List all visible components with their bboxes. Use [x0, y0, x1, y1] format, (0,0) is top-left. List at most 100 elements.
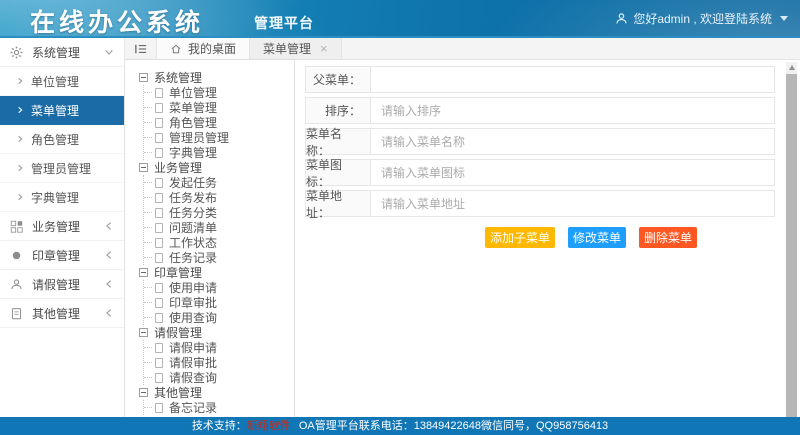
tree-leaf[interactable]: 任务发布	[144, 190, 294, 205]
file-icon	[155, 403, 163, 413]
sidebar-item-dict[interactable]: 字典管理	[0, 183, 124, 212]
tree-leaf[interactable]: 任务分类	[144, 205, 294, 220]
user-greeting: 您好admin , 欢迎登陆系统	[633, 10, 772, 27]
tab-desktop[interactable]: 我的桌面	[157, 38, 250, 59]
collapse-icon[interactable]	[139, 268, 148, 277]
tree-root-other[interactable]: 其他管理	[139, 385, 294, 400]
menu-name-input[interactable]	[371, 129, 774, 154]
file-icon	[155, 238, 163, 248]
sidebar-group-seal[interactable]: 印章管理	[0, 241, 124, 270]
sidebar-item-menu[interactable]: 菜单管理	[0, 96, 124, 125]
sidebar-item-label: 角色管理	[31, 131, 79, 148]
tree-children: 使用申请 印章审批 使用查询	[143, 280, 294, 325]
tree-leaf[interactable]: 字典管理	[144, 145, 294, 160]
tree-leaf[interactable]: 请假申请	[144, 340, 294, 355]
menu-icon-input[interactable]	[371, 160, 774, 185]
sort-input[interactable]	[371, 98, 774, 123]
person-icon	[615, 12, 628, 25]
form-row-menu-name: 菜单名称：	[305, 128, 775, 155]
tree-group-leave: 请假管理 请假申请 请假审批 请假查询	[139, 325, 294, 385]
modules-icon	[10, 220, 25, 233]
chevron-right-icon	[16, 77, 24, 85]
tree-children: 发起任务 任务发布 任务分类 问题清单 工作状态 任务记录	[143, 175, 294, 265]
sidebar-item-role[interactable]: 角色管理	[0, 125, 124, 154]
sidebar-group-label: 其他管理	[32, 305, 80, 322]
tree-children: 备忘记录	[143, 400, 294, 415]
tree-leaf[interactable]: 菜单管理	[144, 100, 294, 115]
user-menu[interactable]: 您好admin , 欢迎登陆系统	[615, 0, 788, 36]
file-icon	[155, 283, 163, 293]
menu-form-panel: 父菜单： 排序： 菜单名称： 菜单图标： 菜单地址： 添加子菜单 修改菜单 删除…	[295, 60, 800, 417]
scroll-up-button[interactable]	[786, 62, 797, 73]
form-row-menu-url: 菜单地址：	[305, 190, 775, 217]
parent-menu-select[interactable]	[371, 67, 774, 92]
tree-root-seal[interactable]: 印章管理	[139, 265, 294, 280]
sidebar-group-business[interactable]: 业务管理	[0, 212, 124, 241]
tree-leaf[interactable]: 任务记录	[144, 250, 294, 265]
form-row-sort: 排序：	[305, 97, 775, 124]
tree-root-leave[interactable]: 请假管理	[139, 325, 294, 340]
sidebar-group-system[interactable]: 系统管理	[0, 38, 124, 67]
sidebar-group-label: 请假管理	[32, 276, 80, 293]
user-icon	[10, 278, 25, 291]
tab-menu-management[interactable]: 菜单管理 ×	[250, 38, 342, 59]
tree-group-other: 其他管理 备忘记录	[139, 385, 294, 415]
tree-leaf[interactable]: 管理员管理	[144, 130, 294, 145]
form-row-menu-icon: 菜单图标：	[305, 159, 775, 186]
collapse-icon[interactable]	[139, 163, 148, 172]
file-icon	[155, 208, 163, 218]
file-icon	[155, 313, 163, 323]
add-submenu-button[interactable]: 添加子菜单	[485, 227, 555, 248]
tree-children: 单位管理 菜单管理 角色管理 管理员管理 字典管理	[143, 85, 294, 160]
file-icon	[155, 253, 163, 263]
tree-leaf[interactable]: 单位管理	[144, 85, 294, 100]
tree-root-system[interactable]: 系统管理	[139, 70, 294, 85]
sidebar-item-unit[interactable]: 单位管理	[0, 67, 124, 96]
stamp-icon	[10, 249, 25, 262]
menu-url-input[interactable]	[371, 191, 774, 216]
modify-menu-button[interactable]: 修改菜单	[568, 227, 626, 248]
tab-bar: 我的桌面 菜单管理 ×	[125, 38, 800, 60]
tree-leaf[interactable]: 印章审批	[144, 295, 294, 310]
contact-info: OA管理平台联系电话：13849422648微信同号，QQ958756413	[299, 420, 608, 432]
sidebar-group-leave[interactable]: 请假管理	[0, 270, 124, 299]
chevron-right-icon	[16, 164, 24, 172]
tree-leaf[interactable]: 备忘记录	[144, 400, 294, 415]
tree-leaf[interactable]: 发起任务	[144, 175, 294, 190]
sidebar-group-other[interactable]: 其他管理	[0, 299, 124, 328]
collapse-icon[interactable]	[139, 388, 148, 397]
chevron-right-icon	[16, 106, 24, 114]
app-title: 在线办公系统	[30, 3, 204, 39]
form-row-parent-menu: 父菜单：	[305, 66, 775, 93]
sidebar-group-label: 业务管理	[32, 218, 80, 235]
close-icon[interactable]: ×	[320, 42, 328, 55]
field-label: 菜单图标：	[305, 159, 371, 186]
tree-leaf[interactable]: 请假审批	[144, 355, 294, 370]
tree-leaf[interactable]: 使用申请	[144, 280, 294, 295]
sidebar-toggle-icon[interactable]	[125, 38, 157, 59]
chevron-right-icon	[16, 193, 24, 201]
sidebar-item-admin[interactable]: 管理员管理	[0, 154, 124, 183]
delete-menu-button[interactable]: 删除菜单	[639, 227, 697, 248]
tree-leaf[interactable]: 问题清单	[144, 220, 294, 235]
file-icon	[155, 133, 163, 143]
tree-leaf[interactable]: 请假查询	[144, 370, 294, 385]
tree-leaf[interactable]: 使用查询	[144, 310, 294, 325]
tree-leaf[interactable]: 工作状态	[144, 235, 294, 250]
tree-root-business[interactable]: 业务管理	[139, 160, 294, 175]
collapse-icon[interactable]	[139, 73, 148, 82]
sidebar-item-label: 单位管理	[31, 73, 79, 90]
field-label: 菜单名称：	[305, 128, 371, 155]
file-icon	[155, 148, 163, 158]
scrollbar[interactable]	[786, 62, 797, 417]
sidebar-group-label: 印章管理	[32, 247, 80, 264]
sidebar-item-label: 菜单管理	[31, 102, 79, 119]
sidebar-group-label: 系统管理	[32, 44, 80, 61]
collapse-icon[interactable]	[139, 328, 148, 337]
vendor-name: 新翔软件	[247, 420, 291, 432]
file-icon	[155, 193, 163, 203]
tree-group-business: 业务管理 发起任务 任务发布 任务分类 问题清单 工作状态 任务记录	[139, 160, 294, 265]
field-label: 父菜单：	[305, 66, 371, 93]
tree-leaf[interactable]: 角色管理	[144, 115, 294, 130]
scrollbar-thumb[interactable]	[786, 74, 797, 417]
